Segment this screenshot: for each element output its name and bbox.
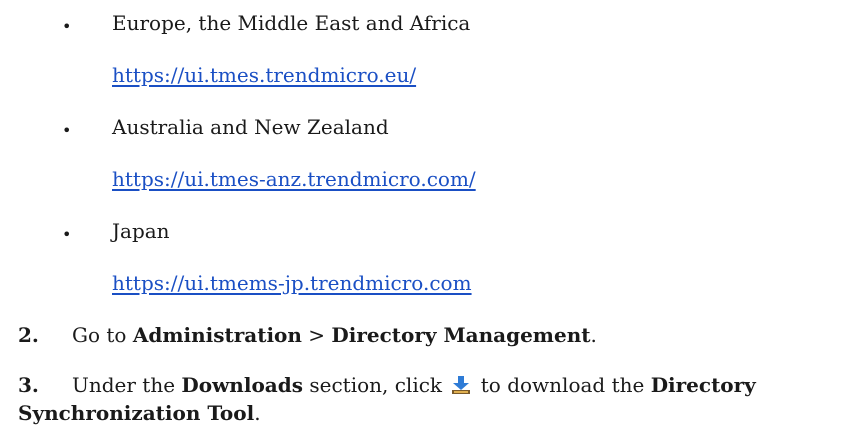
region-name-japan: Japan xyxy=(112,219,170,243)
region-url-emea[interactable]: https://ui.tmes.trendmicro.eu/ xyxy=(112,63,416,87)
download-icon xyxy=(452,376,471,394)
bullet-marker: • xyxy=(62,225,72,244)
menu-directory-management: Directory Management xyxy=(331,323,591,347)
step-2-text: Go to Administration > Directory Managem… xyxy=(72,323,597,347)
step-number: 2. xyxy=(18,323,39,347)
region-url-anz[interactable]: https://ui.tmes-anz.trendmicro.com/ xyxy=(112,167,476,191)
section-downloads: Downloads xyxy=(181,373,303,397)
region-url-japan[interactable]: https://ui.tmems-jp.trendmicro.com xyxy=(112,271,472,295)
menu-administration: Administration xyxy=(132,323,302,347)
step-3-text-cont: Synchronization Tool. xyxy=(18,401,261,425)
step-3-text: Under the Downloads section, click to do… xyxy=(72,373,756,397)
bullet-marker: • xyxy=(62,17,72,36)
region-name-emea: Europe, the Middle East and Africa xyxy=(112,11,471,35)
tool-name-line1: Directory xyxy=(650,373,756,397)
tool-name-line2: Synchronization Tool xyxy=(18,401,255,425)
bullet-marker: • xyxy=(62,121,72,140)
region-name-anz: Australia and New Zealand xyxy=(112,115,389,139)
step-number: 3. xyxy=(18,373,39,397)
